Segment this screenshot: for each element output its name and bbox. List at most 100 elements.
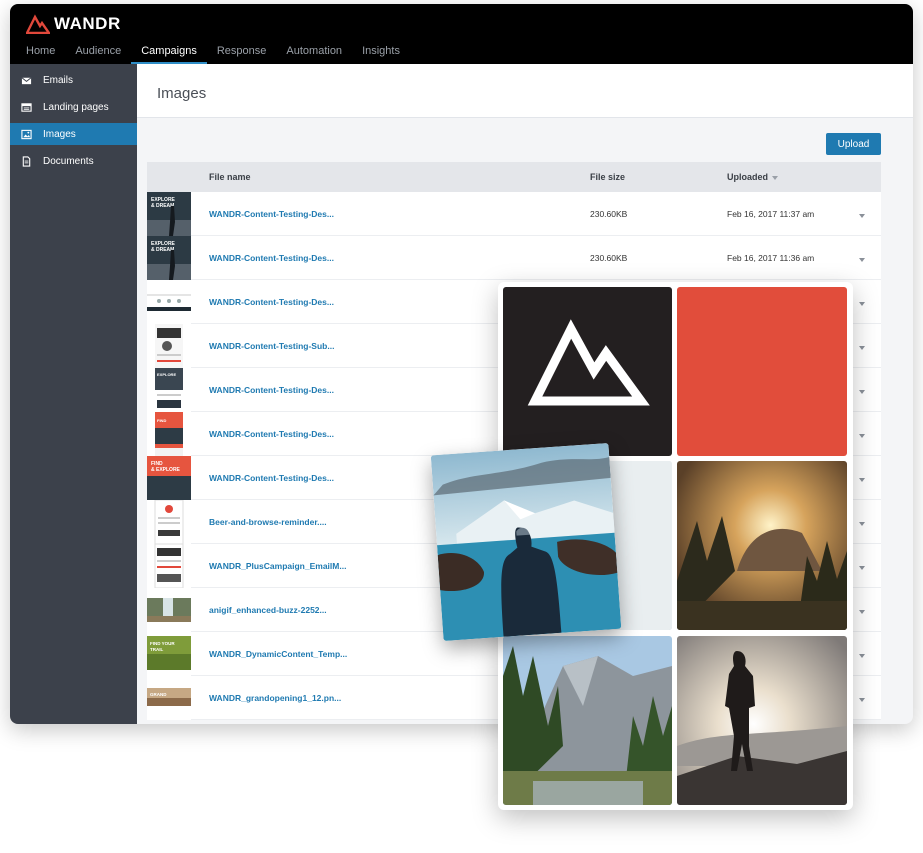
file-name-link[interactable]: anigif_enhanced-buzz-2252...	[209, 605, 327, 615]
nav-home[interactable]: Home	[16, 45, 65, 64]
svg-text:TRAIL: TRAIL	[150, 647, 163, 652]
lake-hiker-tile	[430, 443, 622, 641]
table-row[interactable]: EXPLORE & DREAM WANDR-Content-Testing-Des.…	[147, 236, 881, 280]
brand[interactable]: WANDR	[26, 14, 121, 34]
sidebar-item-label: Landing pages	[43, 101, 109, 113]
sort-descending-icon	[772, 175, 779, 180]
top-navigation: Home Audience Campaigns Response Automat…	[16, 45, 410, 64]
brand-name: WANDR	[54, 14, 121, 33]
page-title: Images	[157, 85, 207, 102]
file-name-link[interactable]: WANDR-Content-Testing-Des...	[209, 429, 334, 439]
column-header-file-size[interactable]: File size	[590, 172, 625, 182]
file-name-link[interactable]: WANDR-Content-Testing-Des...	[209, 253, 334, 263]
sidebar-item-landing-pages[interactable]: Landing pages	[10, 96, 137, 118]
file-name-link[interactable]: Beer-and-browse-reminder....	[209, 517, 327, 527]
svg-text:FIND YOUR: FIND YOUR	[150, 641, 175, 646]
file-thumbnail[interactable]	[147, 588, 191, 632]
chevron-down-icon	[859, 698, 865, 702]
sidebar-item-label: Emails	[43, 74, 74, 86]
file-thumbnail[interactable]	[147, 544, 191, 588]
valley-tile	[503, 636, 672, 805]
column-header-file-name[interactable]: File name	[209, 172, 251, 182]
upload-date: Feb 16, 2017 11:37 am	[727, 209, 815, 219]
chevron-down-icon	[859, 302, 865, 306]
column-header-uploaded-label: Uploaded	[727, 172, 769, 182]
row-actions-dropdown[interactable]	[855, 519, 869, 529]
upload-date: Feb 16, 2017 11:36 am	[727, 253, 815, 263]
chevron-down-icon	[859, 390, 865, 394]
chevron-down-icon	[859, 214, 865, 218]
file-name-link[interactable]: WANDR_DynamicContent_Temp...	[209, 649, 347, 659]
mountain-logo-icon	[503, 287, 672, 456]
sidebar: Emails Landing pages Images Documents	[10, 64, 137, 724]
logo-tile	[503, 287, 672, 456]
sidebar-item-emails[interactable]: Emails	[10, 69, 137, 91]
chevron-down-icon	[859, 610, 865, 614]
file-thumbnail[interactable]: EXPLORE & DREAM	[147, 192, 191, 236]
file-name-link[interactable]: WANDR-Content-Testing-Des...	[209, 209, 334, 219]
mountain-logo-icon	[26, 14, 50, 34]
svg-text:& EXPLORE: & EXPLORE	[151, 467, 181, 473]
file-thumbnail[interactable]: FIND	[147, 412, 191, 456]
row-actions-dropdown[interactable]	[855, 211, 869, 221]
svg-text:FIND: FIND	[157, 418, 166, 423]
red-tile	[677, 287, 847, 456]
row-actions-dropdown[interactable]	[855, 475, 869, 485]
chevron-down-icon	[859, 478, 865, 482]
envelope-icon	[20, 74, 32, 86]
sidebar-item-documents[interactable]: Documents	[10, 150, 137, 172]
nav-campaigns[interactable]: Campaigns	[131, 45, 207, 64]
svg-text:GRAND: GRAND	[150, 692, 167, 697]
file-name-link[interactable]: WANDR-Content-Testing-Des...	[209, 473, 334, 483]
row-actions-dropdown[interactable]	[855, 563, 869, 573]
document-icon	[20, 155, 32, 167]
file-name-link[interactable]: WANDR_grandopening1_12.pn...	[209, 693, 341, 703]
sidebar-item-label: Documents	[43, 155, 94, 167]
svg-text:& DREAM: & DREAM	[151, 247, 174, 253]
file-thumbnail[interactable]: GRAND	[147, 676, 191, 720]
chevron-down-icon	[859, 346, 865, 350]
sunset-cliff-tile	[677, 461, 847, 630]
row-actions-dropdown[interactable]	[855, 695, 869, 705]
file-name-link[interactable]: WANDR_PlusCampaign_EmailM...	[209, 561, 346, 571]
file-thumbnail[interactable]	[147, 324, 191, 368]
file-name-link[interactable]: WANDR-Content-Testing-Des...	[209, 297, 334, 307]
row-actions-dropdown[interactable]	[855, 651, 869, 661]
file-thumbnail[interactable]	[147, 500, 191, 544]
row-actions-dropdown[interactable]	[855, 343, 869, 353]
image-icon	[20, 128, 32, 140]
row-actions-dropdown[interactable]	[855, 387, 869, 397]
file-thumbnail[interactable]: EXPLORE & DREAM	[147, 236, 191, 280]
file-thumbnail[interactable]: FIND YOUR TRAIL	[147, 632, 191, 676]
nav-insights[interactable]: Insights	[352, 45, 410, 64]
chevron-down-icon	[859, 566, 865, 570]
top-bar: WANDR Home Audience Campaigns Response A…	[10, 4, 913, 64]
chevron-down-icon	[859, 258, 865, 262]
file-thumbnail[interactable]: FIND & EXPLORE	[147, 456, 191, 500]
hiker-tile	[677, 636, 847, 805]
page-header: Images	[137, 64, 913, 118]
file-size: 230.60KB	[590, 209, 628, 219]
table-row[interactable]: EXPLORE & DREAM WANDR-Content-Testing-Des.…	[147, 192, 881, 236]
nav-response[interactable]: Response	[207, 45, 277, 64]
nav-automation[interactable]: Automation	[276, 45, 352, 64]
column-header-uploaded[interactable]: Uploaded	[727, 172, 779, 182]
row-actions-dropdown[interactable]	[855, 299, 869, 309]
sidebar-item-label: Images	[43, 128, 76, 140]
file-name-link[interactable]: WANDR-Content-Testing-Sub...	[209, 341, 334, 351]
upload-button[interactable]: Upload	[826, 133, 881, 155]
file-name-link[interactable]: WANDR-Content-Testing-Des...	[209, 385, 334, 395]
chevron-down-icon	[859, 434, 865, 438]
file-thumbnail[interactable]	[147, 280, 191, 324]
row-actions-dropdown[interactable]	[855, 431, 869, 441]
svg-text:EXPLORE: EXPLORE	[157, 372, 176, 377]
file-thumbnail[interactable]: EXPLORE	[147, 368, 191, 412]
row-actions-dropdown[interactable]	[855, 607, 869, 617]
browser-page-icon	[20, 101, 32, 113]
svg-text:& DREAM: & DREAM	[151, 203, 174, 209]
nav-audience[interactable]: Audience	[65, 45, 131, 64]
sidebar-item-images[interactable]: Images	[10, 123, 137, 145]
file-size: 230.60KB	[590, 253, 628, 263]
table-header: File name File size Uploaded	[147, 162, 881, 192]
row-actions-dropdown[interactable]	[855, 255, 869, 265]
